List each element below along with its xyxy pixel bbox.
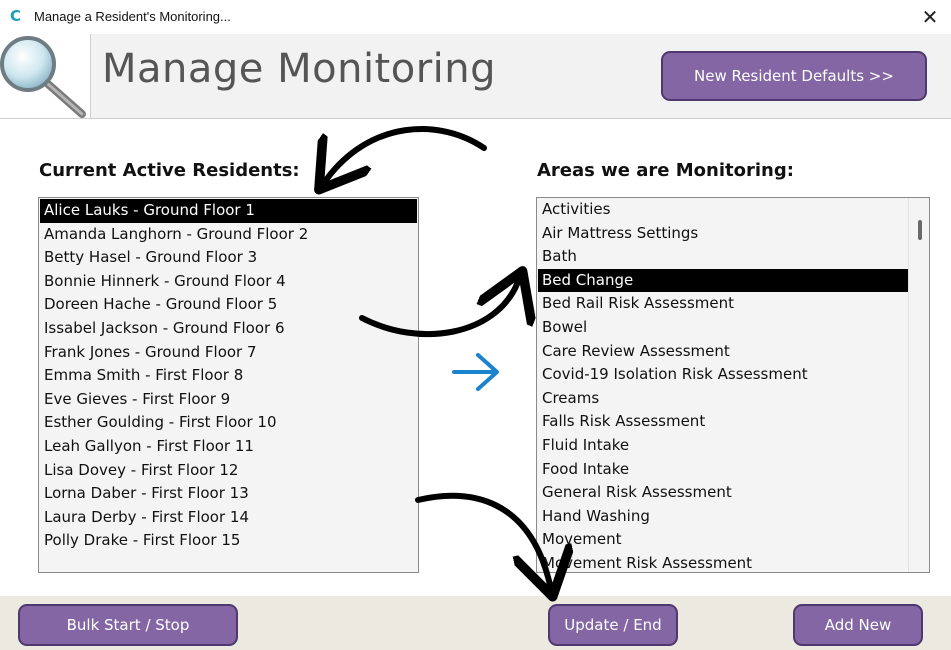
list-item[interactable]: Food Intake: [538, 458, 909, 482]
list-item[interactable]: Amanda Langhorn - Ground Floor 2: [40, 223, 417, 247]
list-item[interactable]: Alice Lauks - Ground Floor 1: [40, 199, 417, 223]
bulk-start-stop-button[interactable]: Bulk Start / Stop: [18, 604, 238, 646]
list-item[interactable]: Falls Risk Assessment: [538, 410, 909, 434]
header: Manage Monitoring New Resident Defaults …: [0, 34, 951, 119]
list-item[interactable]: Hand Washing: [538, 505, 909, 529]
list-item[interactable]: Bed Rail Risk Assessment: [538, 292, 909, 316]
list-item[interactable]: Leah Gallyon - First Floor 11: [40, 435, 417, 459]
list-item[interactable]: Air Mattress Settings: [538, 222, 909, 246]
list-item[interactable]: Movement Risk Assessment: [538, 552, 909, 572]
list-item[interactable]: Doreen Hache - Ground Floor 5: [40, 293, 417, 317]
list-item[interactable]: Care Review Assessment: [538, 340, 909, 364]
list-item[interactable]: Eve Gieves - First Floor 9: [40, 388, 417, 412]
list-item[interactable]: Creams: [538, 387, 909, 411]
list-item[interactable]: Polly Drake - First Floor 15: [40, 529, 417, 553]
residents-list: Alice Lauks - Ground Floor 1 Amanda Langh…: [39, 198, 418, 553]
move-right-arrow-icon: [452, 353, 499, 391]
magnifier-icon: [0, 36, 86, 118]
list-item[interactable]: Frank Jones - Ground Floor 7: [40, 341, 417, 365]
list-item[interactable]: Issabel Jackson - Ground Floor 6: [40, 317, 417, 341]
page-title: Manage Monitoring: [102, 46, 497, 92]
list-item[interactable]: Betty Hasel - Ground Floor 3: [40, 246, 417, 270]
app-logo-icon: C: [10, 7, 22, 25]
add-new-button[interactable]: Add New: [793, 604, 923, 646]
close-icon[interactable]: ✕: [917, 4, 943, 30]
list-item[interactable]: Activities: [538, 198, 909, 222]
residents-listbox[interactable]: Alice Lauks - Ground Floor 1 Amanda Langh…: [38, 197, 419, 573]
residents-label: Current Active Residents:: [39, 160, 300, 181]
list-item[interactable]: Laura Derby - First Floor 14: [40, 506, 417, 530]
list-item[interactable]: Lisa Dovey - First Floor 12: [40, 459, 417, 483]
list-item[interactable]: Bonnie Hinnerk - Ground Floor 4: [40, 270, 417, 294]
list-item[interactable]: Lorna Daber - First Floor 13: [40, 482, 417, 506]
areas-list: Activities Air Mattress Settings Bath Bed C…: [537, 198, 909, 572]
list-item[interactable]: Emma Smith - First Floor 8: [40, 364, 417, 388]
areas-listbox[interactable]: Activities Air Mattress Settings Bath Bed C…: [536, 197, 930, 573]
list-item[interactable]: Bed Change: [538, 268, 909, 293]
window-title: Manage a Resident's Monitoring...: [34, 9, 231, 24]
list-item[interactable]: Bowel: [538, 316, 909, 340]
list-item[interactable]: Esther Goulding - First Floor 10: [40, 411, 417, 435]
scrollbar-thumb[interactable]: [918, 220, 922, 240]
areas-label: Areas we are Monitoring:: [537, 160, 794, 181]
footer-bar: Bulk Start / Stop Update / End Add New: [0, 596, 951, 650]
list-item[interactable]: Bath: [538, 245, 909, 269]
list-item[interactable]: Fluid Intake: [538, 434, 909, 458]
title-bar: C Manage a Resident's Monitoring... ✕: [0, 0, 951, 34]
list-item[interactable]: Covid-19 Isolation Risk Assessment: [538, 363, 909, 387]
logo-panel: [0, 34, 91, 118]
list-item[interactable]: General Risk Assessment: [538, 481, 909, 505]
update-end-button[interactable]: Update / End: [548, 604, 678, 646]
areas-scrollbar[interactable]: [908, 198, 929, 572]
new-resident-defaults-button[interactable]: New Resident Defaults >>: [661, 51, 927, 101]
list-item[interactable]: Movement: [538, 528, 909, 552]
annotation-arrow-to-residents: [326, 126, 487, 180]
annotation-arrow-to-update: [415, 492, 550, 585]
